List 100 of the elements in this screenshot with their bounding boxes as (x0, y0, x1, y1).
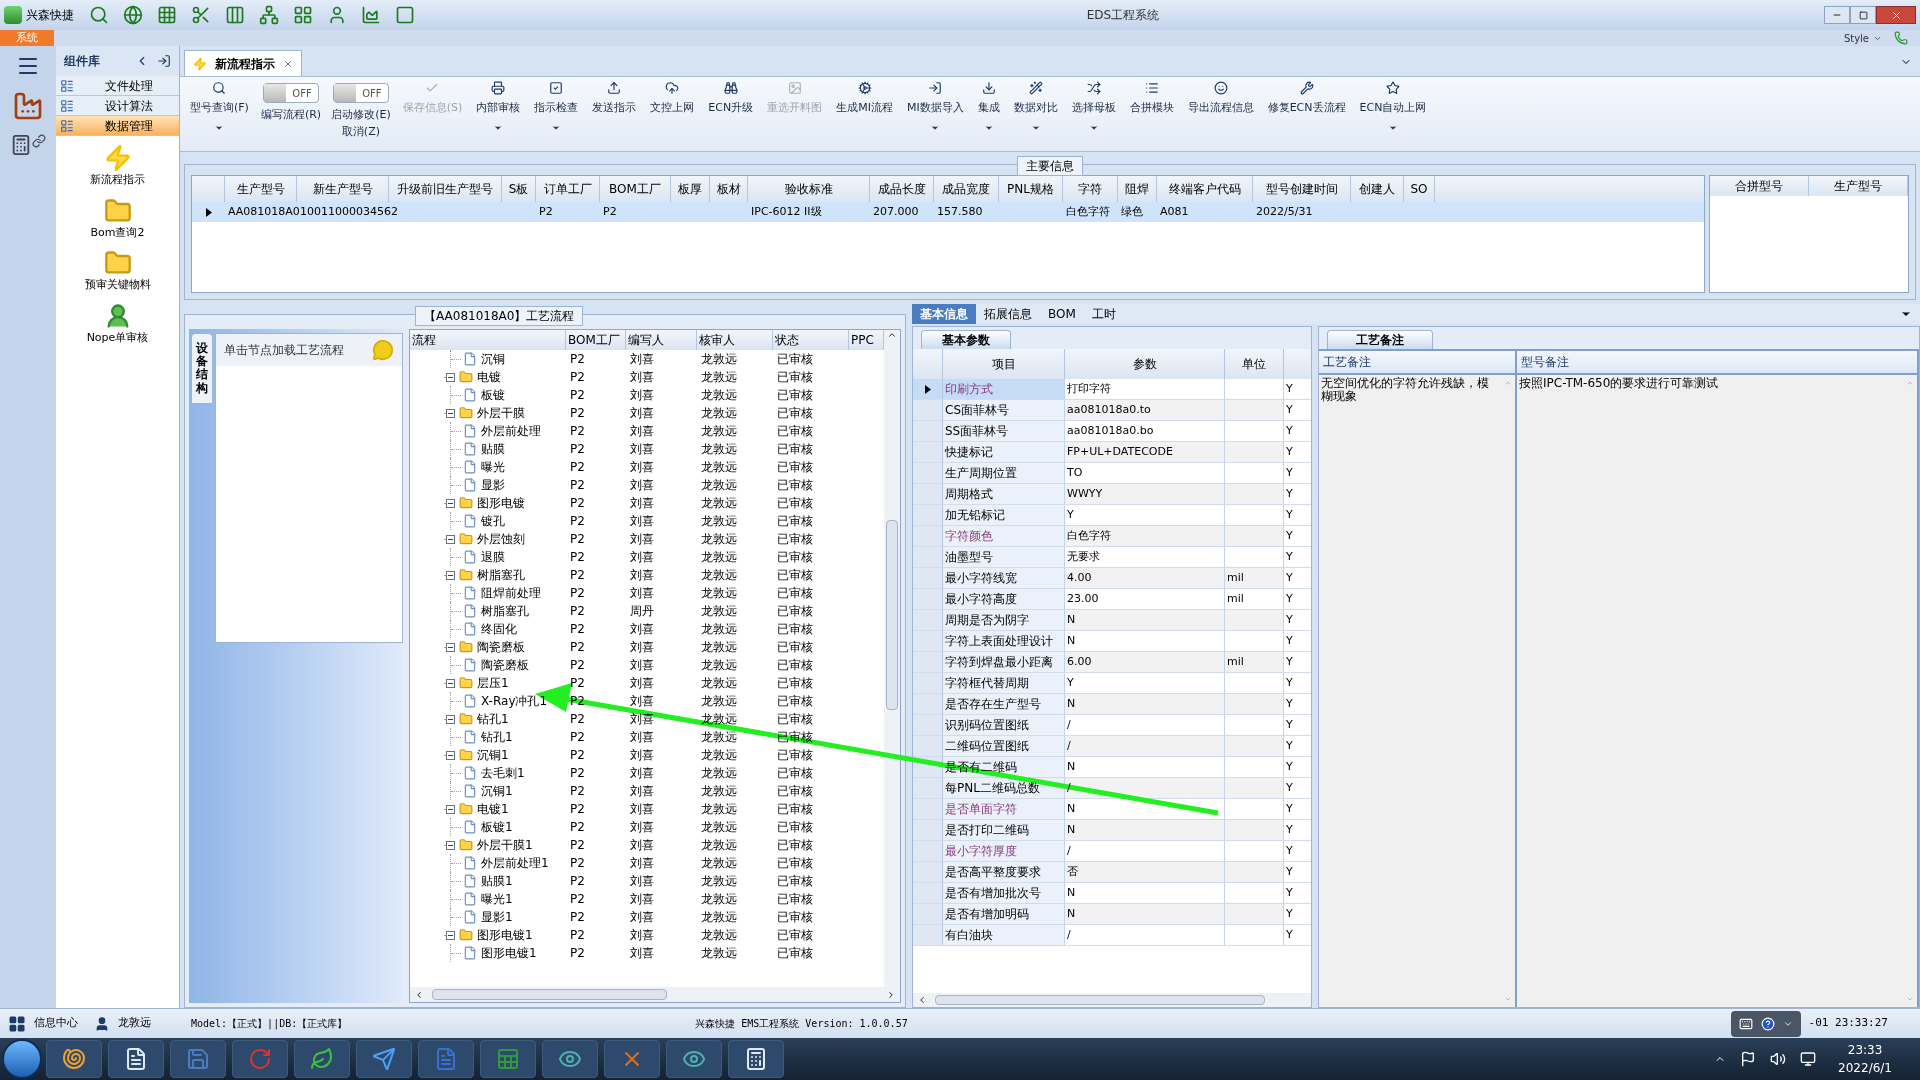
toolbar-button[interactable]: 集成 (975, 81, 1002, 117)
tree-node[interactable]: 板镀 (481, 386, 505, 404)
tree-node[interactable]: 板镀1 (481, 818, 513, 836)
toolbar-button[interactable]: ECN升级 (706, 81, 756, 117)
taskbar-button[interactable] (728, 1040, 784, 1078)
tree-node[interactable]: 陶瓷磨板 (481, 656, 529, 674)
detail-tab[interactable]: 基本信息 (912, 304, 976, 324)
collapse-icon[interactable] (446, 408, 455, 418)
tree-node[interactable]: 曝光1 (481, 890, 513, 908)
maximize-button[interactable] (1850, 6, 1876, 24)
vertical-scrollbar[interactable] (884, 330, 900, 987)
close-icon[interactable] (283, 58, 293, 69)
detail-tab[interactable]: 工时 (1083, 304, 1124, 324)
notes-tab[interactable]: 工艺备注 (1327, 330, 1433, 349)
taskbar-button[interactable] (108, 1040, 164, 1078)
collapse-icon[interactable] (446, 570, 455, 580)
search-icon[interactable] (89, 5, 109, 25)
cancel-button[interactable]: 取消(Z) (341, 123, 380, 140)
taskbar-button[interactable] (542, 1040, 598, 1078)
toolbar-button[interactable]: 导出流程信息 (1185, 81, 1256, 117)
table-row[interactable]: AA081018A010011000034562 P2 P2 IPC-6012 II级 207.000 157.580 白色字符 绿色 A081 2022/5/31 (192, 202, 1704, 222)
tree-node[interactable]: 树脂塞孔 (481, 602, 529, 620)
input-method-bar[interactable] (1730, 1010, 1801, 1037)
taskbar-button[interactable] (46, 1040, 102, 1078)
keyboard-icon[interactable] (1738, 1016, 1753, 1031)
collapse-icon[interactable] (446, 804, 455, 814)
tree-node[interactable]: 钻孔1 (477, 710, 509, 728)
toggle-switch[interactable]: OFF (263, 83, 320, 103)
toolbar-button[interactable]: 发送指示 (590, 81, 639, 117)
component-item[interactable]: Nope单审核 (86, 329, 149, 346)
toolbar-button[interactable]: MI数据导入 (904, 81, 966, 117)
login-icon[interactable] (157, 54, 171, 68)
component-item[interactable]: 新流程指示 (90, 172, 145, 189)
volume-icon[interactable] (1770, 1051, 1787, 1067)
collapse-icon[interactable] (446, 750, 455, 760)
tree-node[interactable]: 层压1 (477, 674, 509, 692)
tree-node[interactable]: 贴膜 (481, 440, 505, 458)
toolbar-button[interactable]: 选择母板 (1069, 81, 1118, 117)
detail-tab[interactable]: BOM (1040, 304, 1084, 324)
clock-date[interactable]: 2022/6/1 (1838, 1059, 1892, 1077)
tree-node[interactable]: 沉铜1 (477, 746, 509, 764)
phone-icon[interactable] (1894, 31, 1908, 45)
tree-node[interactable]: 终固化 (481, 620, 517, 638)
taskbar-button[interactable] (294, 1040, 350, 1078)
start-button[interactable] (4, 1041, 40, 1077)
taskbar-button[interactable] (666, 1040, 722, 1078)
scroll-right-icon[interactable] (886, 989, 896, 1000)
tree-node[interactable]: 曝光 (481, 458, 505, 476)
sub-tab[interactable]: 基本参数 (921, 330, 1011, 349)
document-tab[interactable]: 新流程指示 (184, 50, 302, 76)
flag-icon[interactable] (1740, 1051, 1757, 1067)
tree-node[interactable]: 退膜 (481, 548, 505, 566)
layout-icon[interactable] (293, 5, 313, 25)
tree-node[interactable]: 去毛刺1 (481, 764, 525, 782)
calculator-icon[interactable] (10, 134, 32, 156)
collapse-icon[interactable] (446, 714, 455, 724)
toolbar-button[interactable]: 内部审核 (474, 81, 523, 117)
toolbar-button[interactable]: ECN自动上网 (1357, 81, 1429, 117)
tree-node[interactable]: X-Ray冲孔1 (481, 692, 548, 710)
scroll-up-icon[interactable] (887, 330, 897, 340)
collapse-icon[interactable] (446, 498, 455, 508)
row-header[interactable] (913, 379, 943, 399)
tree-node[interactable]: 图形电镀1 (477, 926, 533, 944)
status-label[interactable]: 信息中心 (34, 1015, 78, 1032)
taskbar-button[interactable] (356, 1040, 412, 1078)
tree-node[interactable]: 图形电镀1 (481, 944, 537, 962)
collapse-icon[interactable] (446, 840, 455, 850)
factory-icon[interactable] (12, 90, 44, 122)
tree-node[interactable]: 钻孔1 (481, 728, 513, 746)
style-dropdown[interactable]: Style (1843, 30, 1882, 46)
section-item[interactable]: 数据管理 (56, 116, 179, 136)
scissors-icon[interactable] (191, 5, 211, 25)
tree-node[interactable]: 沉铜1 (481, 782, 513, 800)
toggle-switch[interactable]: OFF (332, 83, 389, 103)
tree-node[interactable]: 沉铜 (481, 350, 505, 368)
tree-node[interactable]: 显影 (481, 476, 505, 494)
tree-node[interactable]: 树脂塞孔 (477, 566, 525, 584)
toolbar-button[interactable]: 数据对比 (1011, 81, 1060, 117)
collapse-icon[interactable] (446, 534, 455, 544)
minimize-button[interactable] (1824, 6, 1850, 24)
collapse-icon[interactable] (446, 642, 455, 652)
tree-node[interactable]: 外层前处理1 (481, 854, 549, 872)
grid-icon[interactable] (157, 5, 177, 25)
section-item[interactable]: 文件处理 (56, 76, 179, 96)
tree-node[interactable]: 电镀 (477, 368, 501, 386)
tree-node[interactable]: 外层干膜 (477, 404, 525, 422)
clock-time[interactable]: 23:33 (1847, 1041, 1883, 1059)
tree-node[interactable]: 外层蚀刻 (477, 530, 525, 548)
toolbar-button[interactable]: 生成MI流程 (834, 81, 895, 117)
tree-node[interactable]: 图形电镀 (477, 494, 525, 512)
section-item[interactable]: 设计算法 (56, 96, 179, 116)
user-icon[interactable] (327, 5, 347, 25)
horizontal-scrollbar[interactable] (410, 987, 900, 1002)
tree-node[interactable]: 陶瓷磨板 (477, 638, 525, 656)
scroll-thumb[interactable] (886, 520, 898, 710)
toolbar-button[interactable]: 文控上网 (648, 81, 697, 117)
scroll-thumb[interactable] (432, 989, 667, 1000)
collapse-icon[interactable] (446, 678, 455, 688)
network-icon[interactable] (1800, 1051, 1817, 1067)
collapse-icon[interactable] (446, 372, 455, 382)
